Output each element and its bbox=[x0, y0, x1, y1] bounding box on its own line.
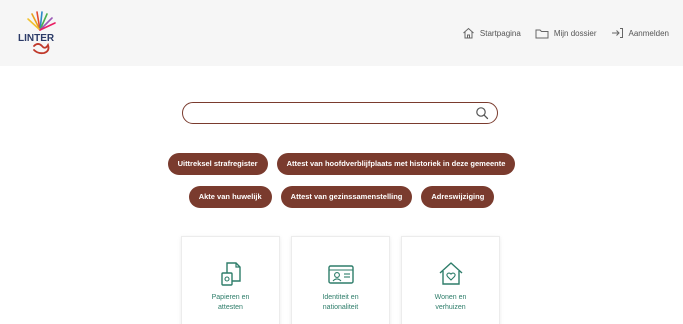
category-cards: Papieren en attesten Identiteit en natio… bbox=[181, 236, 500, 324]
search-input[interactable] bbox=[195, 105, 465, 121]
card-label: Wonen en verhuizen bbox=[406, 293, 495, 313]
linter-logo[interactable]: LINTER bbox=[12, 10, 68, 58]
login-icon bbox=[611, 28, 623, 38]
quick-links-row-1: Uittreksel strafregister Attest van hoof… bbox=[0, 153, 683, 175]
folder-icon bbox=[535, 29, 549, 38]
card-label: Papieren en attesten bbox=[186, 293, 275, 313]
nav-item-login[interactable]: Aanmelden bbox=[611, 27, 669, 39]
home-heart-icon bbox=[439, 262, 463, 285]
chip-hoofdverblijfplaats[interactable]: Attest van hoofdverblijfplaats met histo… bbox=[276, 153, 516, 175]
chip-adreswijziging[interactable]: Adreswijziging bbox=[421, 186, 495, 208]
header: LINTER Startpagina Mijn dossier Aanmelde… bbox=[0, 0, 683, 66]
search-bar bbox=[182, 102, 498, 124]
card-identiteit-nationaliteit[interactable]: Identiteit en nationaliteit bbox=[291, 236, 390, 324]
card-label-line-1: Wonen en bbox=[434, 294, 467, 301]
card-label-line-1: Identiteit en bbox=[322, 294, 359, 301]
home-icon bbox=[463, 27, 474, 39]
card-label-line-2: verhuizen bbox=[435, 304, 466, 311]
card-label: Identiteit en nationaliteit bbox=[296, 293, 385, 313]
search-icon[interactable] bbox=[475, 106, 489, 120]
chip-strafregister[interactable]: Uittreksel strafregister bbox=[167, 153, 268, 175]
logo-text: LINTER bbox=[18, 33, 55, 44]
chip-gezinssamenstelling[interactable]: Attest van gezinssamenstelling bbox=[280, 186, 413, 208]
card-papieren-attesten[interactable]: Papieren en attesten bbox=[181, 236, 280, 324]
quick-links-row-2: Akte van huwelijk Attest van gezinssamen… bbox=[0, 186, 683, 208]
documents-icon bbox=[221, 262, 241, 286]
card-label-line-2: nationaliteit bbox=[322, 304, 359, 311]
id-card-icon bbox=[328, 265, 354, 284]
top-nav: Startpagina Mijn dossier Aanmelden bbox=[462, 24, 669, 42]
page: LINTER Startpagina Mijn dossier Aanmelde… bbox=[0, 0, 683, 324]
nav-item-home[interactable]: Startpagina bbox=[462, 27, 521, 39]
card-wonen-verhuizen[interactable]: Wonen en verhuizen bbox=[401, 236, 500, 324]
nav-item-dossier[interactable]: Mijn dossier bbox=[535, 28, 597, 39]
nav-label-home: Startpagina bbox=[479, 28, 521, 38]
card-label-line-1: Papieren en bbox=[211, 294, 250, 301]
chip-akte-huwelijk[interactable]: Akte van huwelijk bbox=[188, 186, 272, 208]
card-label-line-2: attesten bbox=[218, 304, 243, 311]
logo-mark: LINTER bbox=[18, 11, 56, 55]
nav-label-login: Aanmelden bbox=[628, 28, 669, 38]
nav-label-dossier: Mijn dossier bbox=[553, 28, 597, 38]
